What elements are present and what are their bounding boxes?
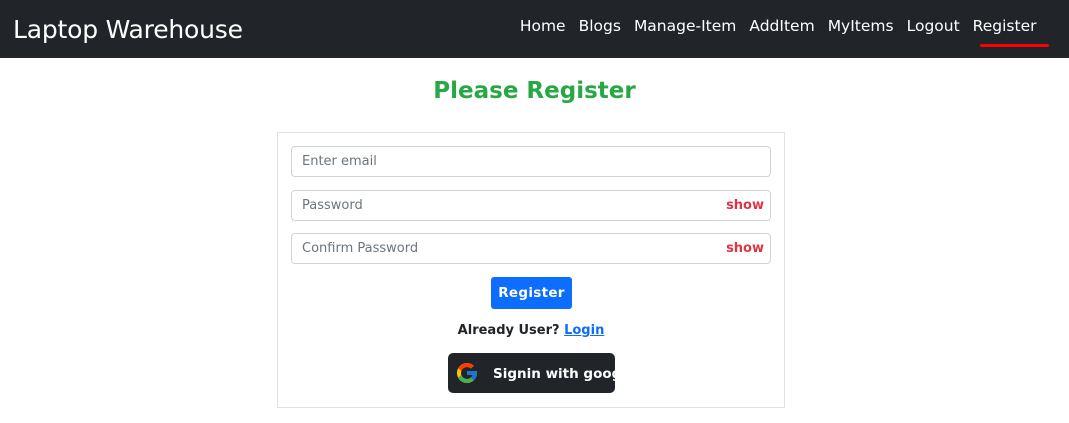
nav-link-home[interactable]: Home: [513, 17, 572, 35]
confirm-password-field: show: [291, 233, 771, 264]
password-show-toggle[interactable]: show: [726, 198, 764, 213]
nav-link-my-items[interactable]: MyItems: [821, 17, 900, 35]
password-field: show: [291, 190, 771, 221]
page-title: Please Register: [433, 78, 636, 104]
confirm-password-input[interactable]: [292, 234, 712, 263]
nav-link-blogs[interactable]: Blogs: [572, 17, 627, 35]
login-link[interactable]: Login: [564, 323, 604, 338]
email-input[interactable]: [292, 147, 712, 176]
already-user-label: Already User?: [457, 323, 560, 338]
google-signin-label: Signin with google: [493, 366, 636, 382]
active-nav-underline: [980, 44, 1049, 47]
nav-link-logout[interactable]: Logout: [900, 17, 966, 35]
navbar: Laptop Warehouse Home Blogs Manage-Item …: [0, 0, 1069, 58]
nav-links: Home Blogs Manage-Item AddItem MyItems L…: [513, 17, 1043, 35]
password-input[interactable]: [292, 191, 712, 220]
google-g-icon: [457, 363, 477, 383]
register-form-card: show show Register Already User? Login S…: [277, 132, 785, 408]
nav-link-add-item[interactable]: AddItem: [743, 17, 821, 35]
already-user-text: Already User? Login: [278, 323, 784, 338]
email-field: [291, 146, 771, 177]
google-signin-button[interactable]: Signin with google: [448, 353, 635, 393]
register-button[interactable]: Register: [491, 277, 572, 309]
brand-title[interactable]: Laptop Warehouse: [13, 15, 243, 44]
nav-link-register[interactable]: Register: [966, 17, 1043, 35]
nav-link-manage-item[interactable]: Manage-Item: [627, 17, 742, 35]
confirm-password-show-toggle[interactable]: show: [726, 241, 764, 256]
